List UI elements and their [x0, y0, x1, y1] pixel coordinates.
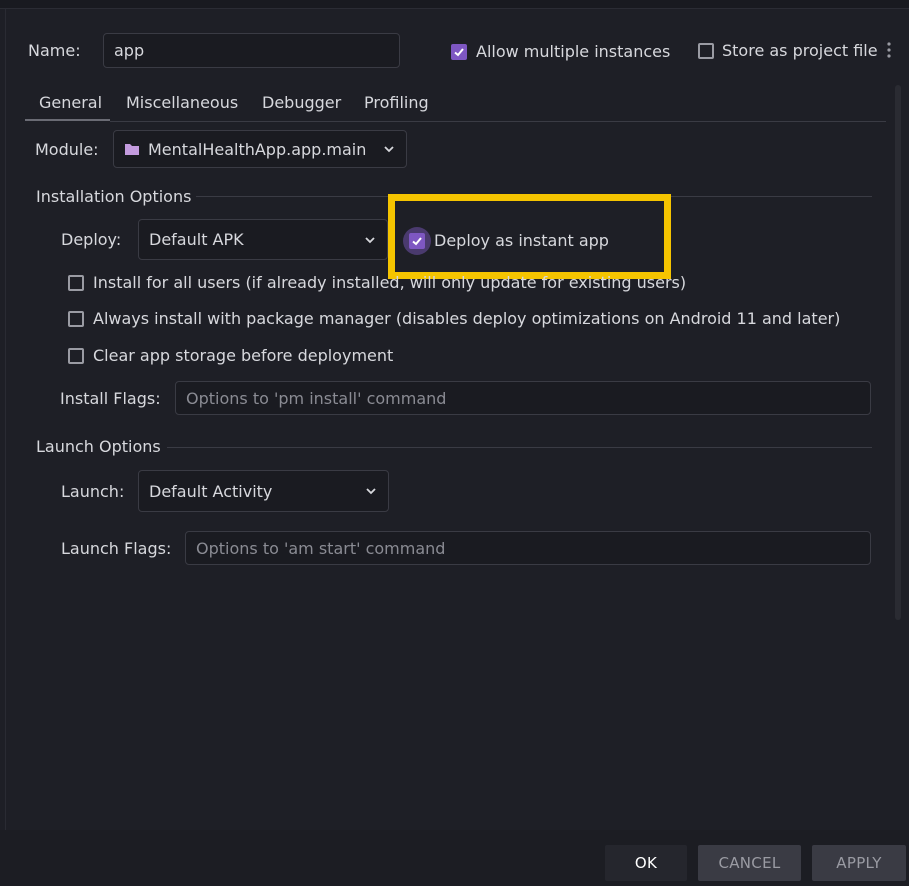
tab-profiling[interactable]: Profiling [364, 93, 429, 112]
module-select[interactable]: MentalHealthApp.app.main [113, 130, 407, 168]
window-top-edge [0, 0, 909, 9]
ok-button[interactable]: OK [605, 845, 687, 881]
install-flags-placeholder: Options to 'pm install' command [186, 388, 447, 408]
launch-separator [167, 447, 872, 448]
name-label-text: Name: [28, 41, 81, 60]
install-flags-label: Install Flags: [60, 389, 161, 408]
always-pm-label: Always install with package manager (dis… [93, 309, 841, 328]
chevron-down-icon [384, 146, 394, 153]
launch-flags-label: Launch Flags: [61, 539, 172, 558]
highlight-box [388, 194, 671, 279]
install-all-users-checkbox[interactable] [68, 275, 84, 291]
vertical-scrollbar[interactable] [895, 85, 901, 620]
left-border [5, 8, 6, 838]
name-input-value: app [114, 41, 145, 60]
more-options-icon[interactable] [885, 40, 893, 60]
deploy-select[interactable]: Default APK [138, 219, 388, 260]
checkmark-icon [454, 48, 464, 57]
launch-label: Launch: [61, 482, 125, 501]
tab-debugger[interactable]: Debugger [262, 93, 341, 112]
launch-flags-placeholder: Options to 'am start' command [196, 538, 446, 558]
tabs-separator [110, 121, 886, 122]
clear-storage-label: Clear app storage before deployment [93, 346, 394, 365]
allow-multiple-checkbox[interactable] [451, 44, 467, 60]
launch-value: Default Activity [149, 481, 273, 501]
launch-options-title: Launch Options [36, 437, 161, 456]
apply-button[interactable]: APPLY [812, 845, 906, 881]
tab-miscellaneous[interactable]: Miscellaneous [126, 93, 238, 112]
install-flags-input[interactable]: Options to 'pm install' command [175, 381, 871, 415]
module-label: Module: [35, 140, 99, 159]
cancel-button[interactable]: CANCEL [698, 845, 801, 881]
chevron-down-icon [365, 236, 375, 243]
tab-general-underline [25, 119, 110, 121]
deploy-label: Deploy: [61, 230, 122, 249]
name-label: Name: [28, 41, 81, 60]
allow-multiple-label: Allow multiple instances [476, 42, 671, 61]
folder-icon [125, 144, 139, 155]
tab-general[interactable]: General [39, 93, 102, 112]
store-project-label: Store as project file [722, 41, 878, 60]
installation-options-title: Installation Options [36, 187, 192, 206]
chevron-down-icon [366, 488, 376, 495]
name-input[interactable]: app [103, 33, 400, 68]
launch-flags-input[interactable]: Options to 'am start' command [185, 531, 871, 565]
clear-storage-checkbox[interactable] [68, 348, 84, 364]
launch-select[interactable]: Default Activity [138, 470, 389, 512]
always-pm-checkbox[interactable] [68, 311, 84, 327]
deploy-value: Default APK [149, 230, 244, 249]
store-project-checkbox[interactable] [698, 43, 714, 59]
install-all-users-label: Install for all users (if already instal… [93, 273, 687, 292]
module-value: MentalHealthApp.app.main [148, 139, 367, 159]
